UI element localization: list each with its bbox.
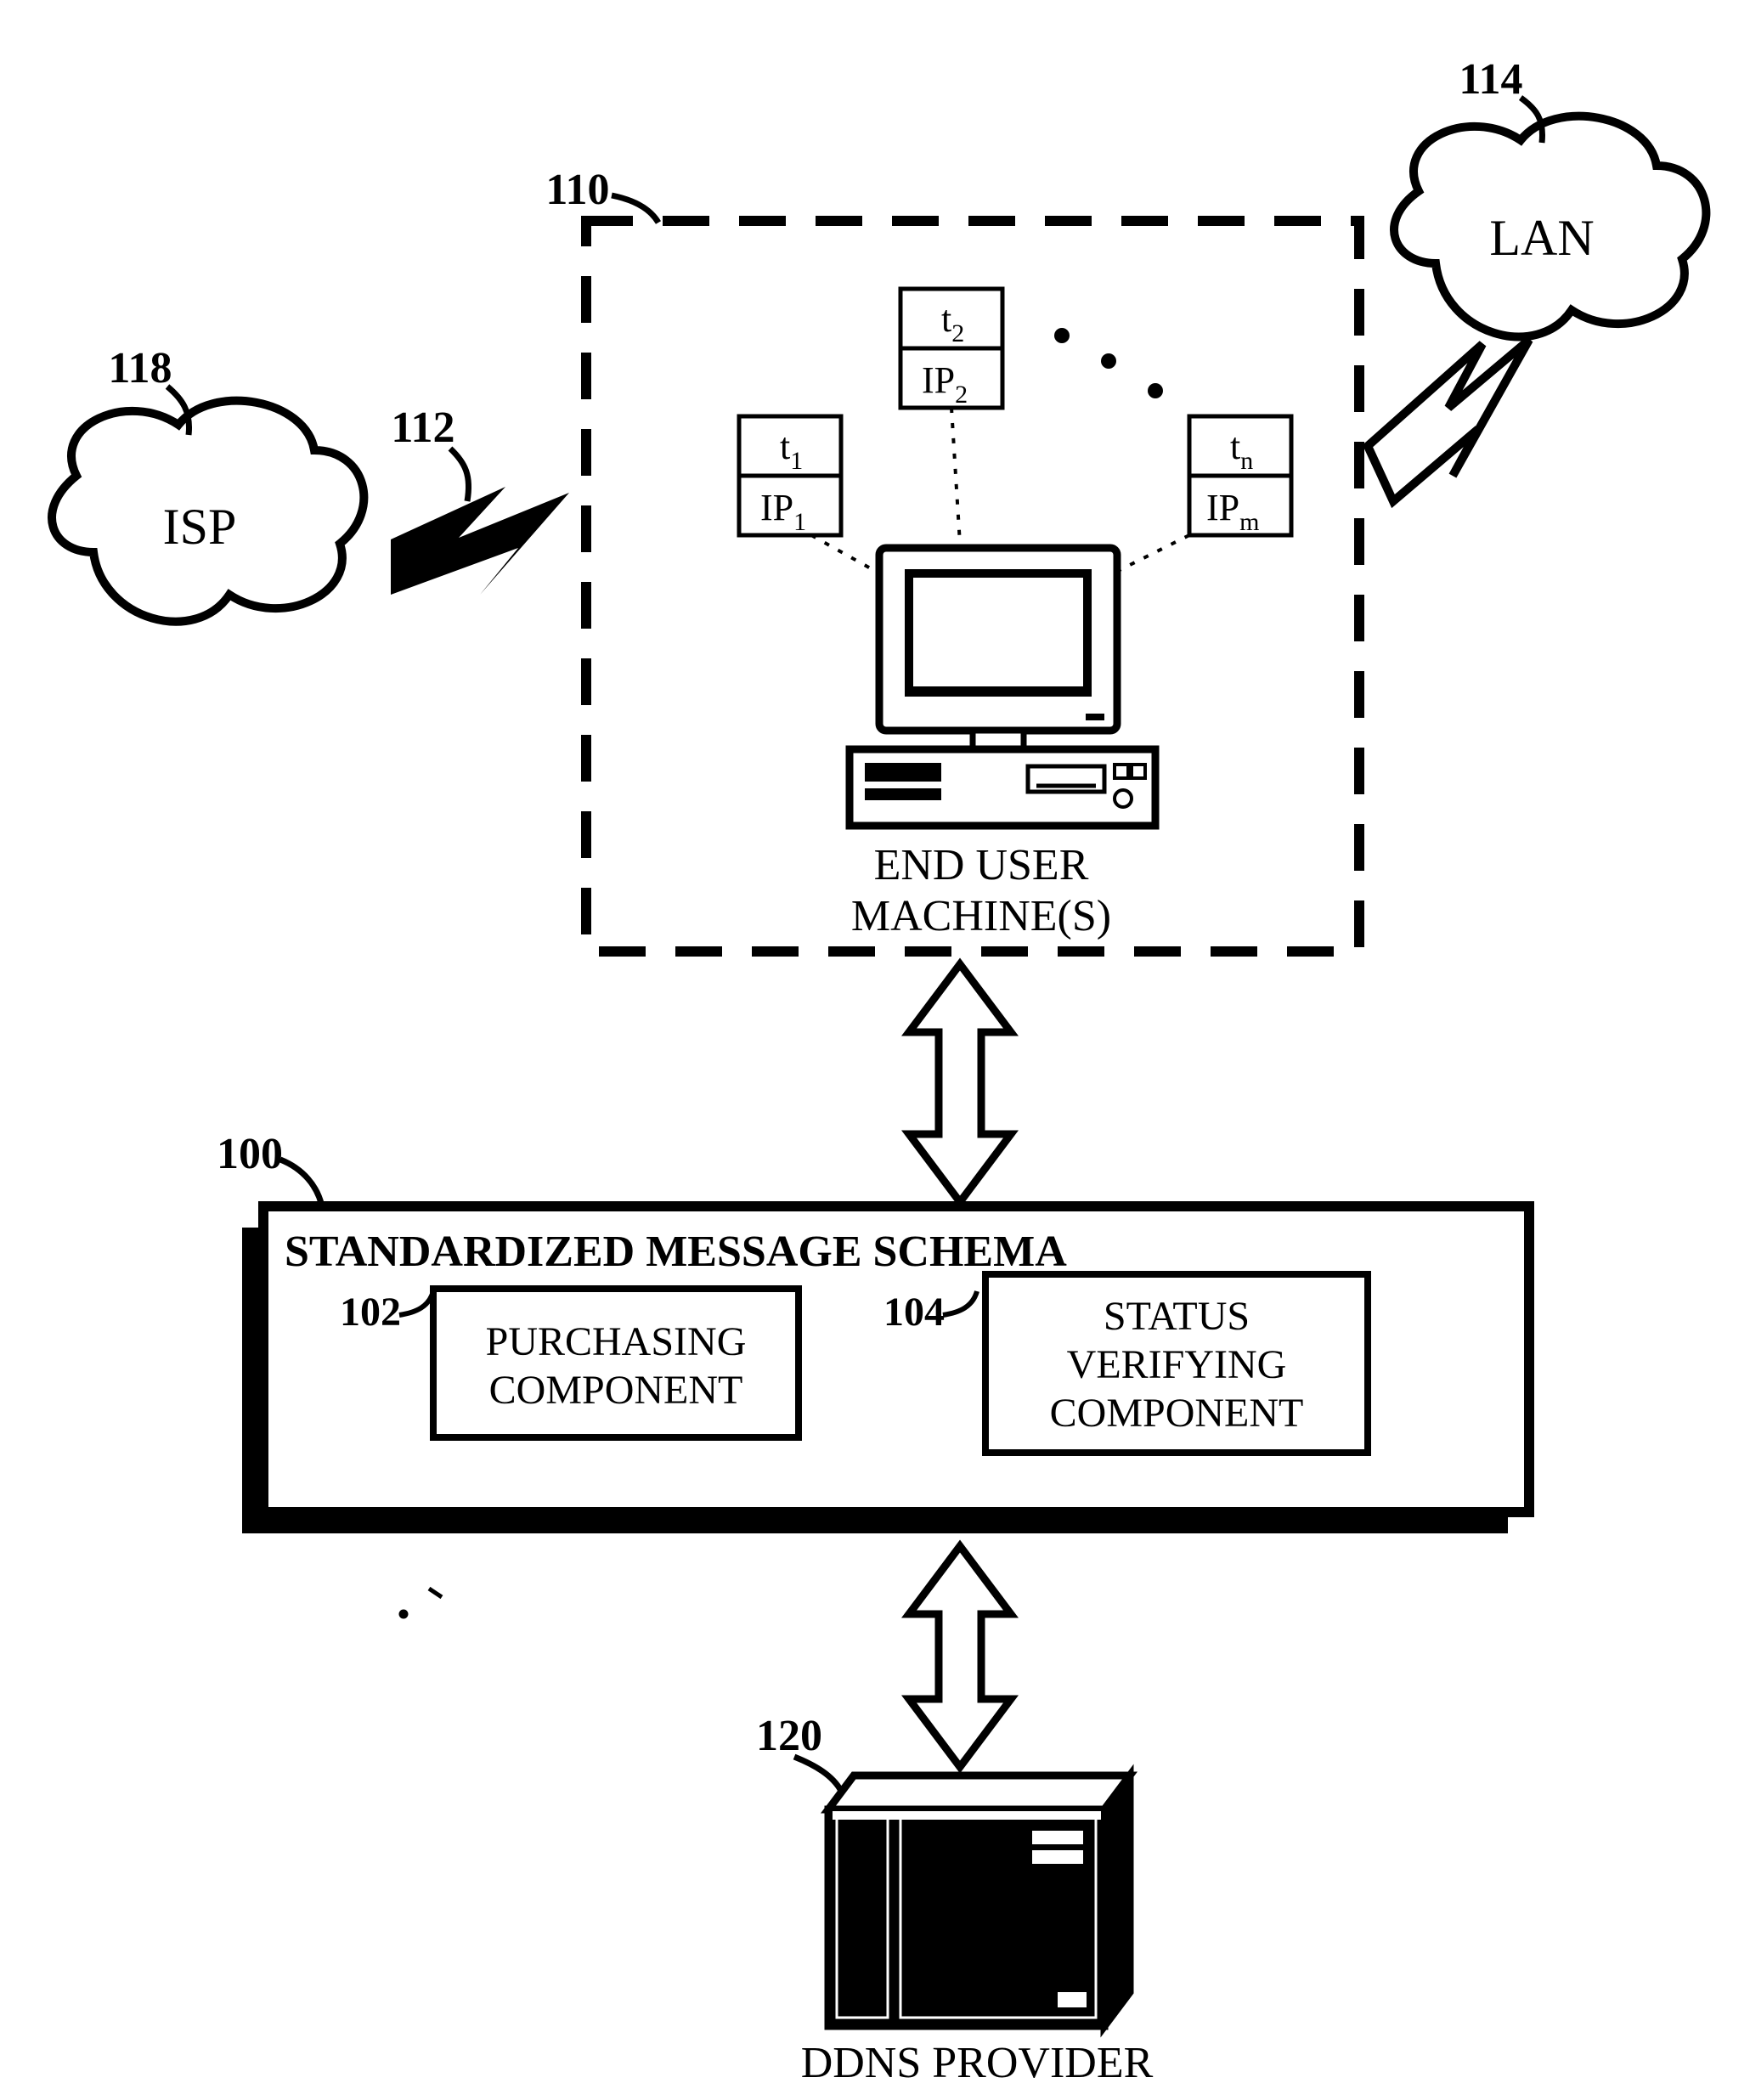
ddns-label: DDNS PROVIDER (801, 2039, 1154, 2087)
ddns-server-icon (828, 1775, 1130, 2026)
ref-104: 104 (883, 1290, 945, 1335)
schema-title: STANDARDIZED MESSAGE SCHEMA (285, 1228, 1067, 1276)
ref-114: 114 (1459, 55, 1522, 104)
purchasing-l1: PURCHASING (486, 1319, 747, 1364)
double-arrow-bottom (909, 1546, 1011, 1767)
ip-box-3: tn IPm (1189, 416, 1291, 536)
computer-icon (850, 548, 1155, 826)
ref-100: 100 (217, 1130, 283, 1178)
leader-112 (450, 449, 469, 501)
ref-110: 110 (545, 166, 609, 214)
ref-102: 102 (340, 1290, 401, 1335)
lightning-left (391, 487, 569, 595)
purchasing-l2: COMPONENT (489, 1368, 743, 1413)
status-l2: VERIFYING (1067, 1342, 1287, 1387)
lan-cloud: LAN (1394, 116, 1706, 337)
lan-label: LAN (1489, 210, 1594, 266)
status-l3: COMPONENT (1050, 1391, 1304, 1436)
leader-120 (794, 1757, 841, 1791)
ip-box-1: t1 IP1 (739, 416, 841, 536)
end-user-label-2: MACHINE(S) (851, 892, 1111, 940)
end-user-label-1: END USER (874, 841, 1089, 889)
ref-112: 112 (391, 404, 454, 452)
double-arrow-top (909, 964, 1011, 1202)
isp-cloud: ISP (52, 401, 364, 622)
ref-120: 120 (756, 1712, 822, 1760)
ref-118: 118 (108, 344, 172, 392)
status-l1: STATUS (1104, 1294, 1250, 1339)
isp-label: ISP (163, 499, 237, 555)
artifact-marks (401, 1589, 442, 1617)
lightning-right (1368, 340, 1529, 501)
ellipsis-dots (1054, 328, 1163, 398)
ip-box-2: t2 IP2 (900, 289, 1002, 409)
schema-block: STANDARDIZED MESSAGE SCHEMA 102 PURCHASI… (242, 1206, 1529, 1533)
